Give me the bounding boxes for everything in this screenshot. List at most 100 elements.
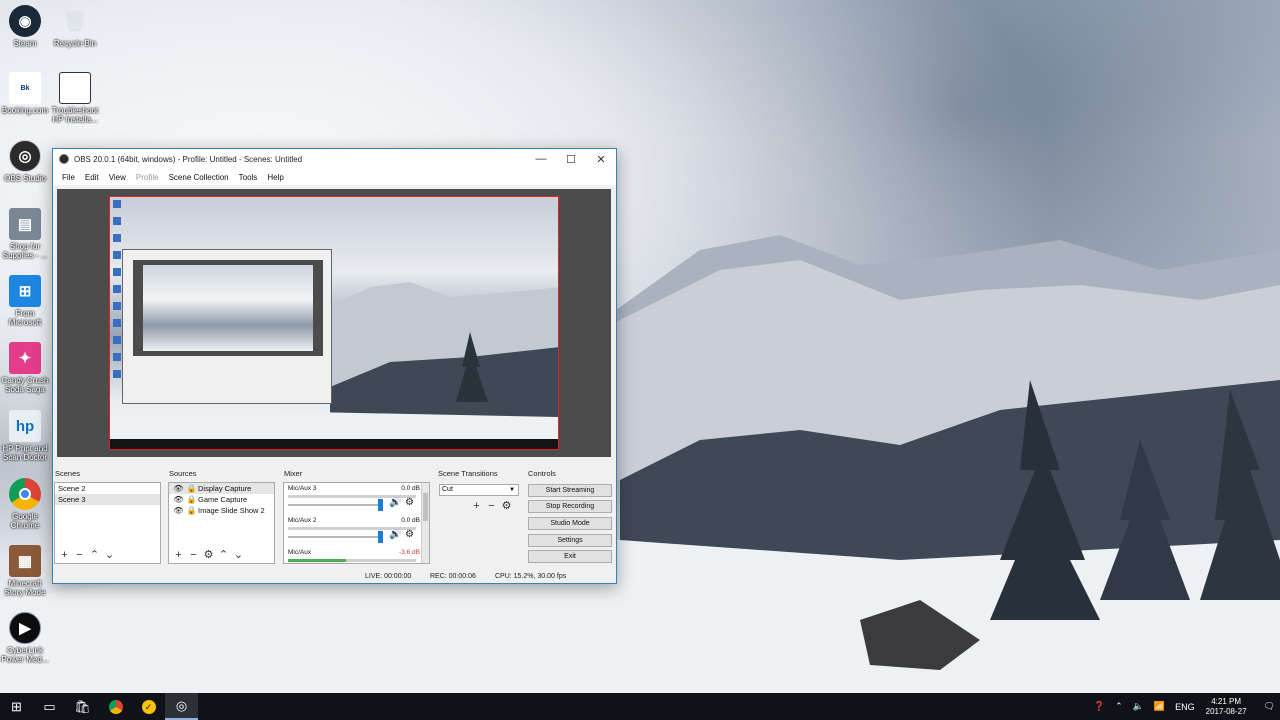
transition-select[interactable]: Cut ▼ [439, 484, 519, 496]
menu-edit[interactable]: Edit [80, 173, 104, 182]
mixer-track-name: Mic/Aux 2 [288, 517, 317, 524]
live-status: LIVE: 00:00:00 [365, 573, 412, 580]
menu-help[interactable]: Help [262, 173, 288, 182]
lock-icon[interactable]: 🔒 [185, 494, 198, 505]
store-icon[interactable]: 🛍 [66, 693, 99, 720]
eye-icon[interactable]: 👁 [172, 494, 185, 505]
move-up-icon[interactable]: ⌃ [216, 548, 231, 561]
desktop-icon-label: OBS Studio [4, 174, 46, 183]
speaker-icon[interactable]: 🔊 [389, 497, 401, 508]
eye-icon[interactable]: 👁 [172, 483, 185, 494]
obs-window[interactable]: OBS 20.0.1 (64bit, windows) - Profile: U… [52, 148, 617, 584]
volume-slider[interactable] [288, 536, 380, 538]
studio-mode-button[interactable]: Studio Mode [528, 517, 612, 530]
minimize-button[interactable]: — [526, 149, 556, 169]
volume-slider[interactable] [288, 504, 380, 506]
volume-icon[interactable]: 🔈 [1133, 701, 1144, 712]
gear-icon[interactable]: ⚙ [201, 548, 216, 561]
task-view-icon[interactable]: ▭ [33, 693, 66, 720]
scene-item[interactable]: Scene 2 [55, 483, 160, 494]
scene-item[interactable]: Scene 3 [55, 494, 160, 505]
start-button[interactable]: ⊞ [0, 693, 33, 720]
obs-icon: ◎ [9, 140, 41, 172]
source-item[interactable]: 👁 🔒 Display Capture [169, 483, 274, 494]
volume-slider-handle[interactable] [378, 531, 383, 543]
gear-icon[interactable]: ⚙ [405, 529, 414, 540]
eye-icon[interactable]: 👁 [172, 505, 185, 516]
source-label: Game Capture [198, 495, 248, 504]
menu-bar: File Edit View Profile Scene Collection … [53, 169, 616, 185]
remove-source-button[interactable]: − [186, 549, 201, 561]
clock-time: 4:21 PM [1211, 696, 1241, 706]
move-up-icon[interactable]: ⌃ [87, 548, 102, 561]
add-transition-button[interactable]: + [469, 500, 484, 512]
desktop-icon-steam[interactable]: ◉ Steam [0, 5, 50, 48]
menu-scene-collection[interactable]: Scene Collection [164, 173, 234, 182]
chevron-up-icon[interactable]: ⌃ [1115, 701, 1123, 712]
volume-slider-handle[interactable] [378, 499, 383, 511]
desktop-icon-label: Shop for Supplies - ... [2, 242, 48, 260]
menu-tools[interactable]: Tools [234, 173, 263, 182]
chrome-taskbar-icon[interactable] [99, 693, 132, 720]
desktop-icon-recycle-bin[interactable]: 🗑 Recycle Bin [50, 5, 100, 49]
remove-scene-button[interactable]: − [72, 549, 87, 561]
gear-icon[interactable]: ⚙ [405, 497, 414, 508]
speaker-icon[interactable]: 🔊 [389, 529, 401, 540]
clock[interactable]: 4:21 PM 2017-08-27 [1206, 697, 1247, 717]
move-down-icon[interactable]: ⌄ [231, 548, 246, 561]
desktop-icon-shop-supplies[interactable]: ▤ Shop for Supplies - ... [0, 208, 50, 260]
desktop-icon-cyberlink[interactable]: ▶ CyberLink Power Med... [0, 612, 50, 664]
desktop-icon-candy-crush[interactable]: ✦ Candy Crush Soda Saga [0, 342, 50, 394]
desktop-icon-label: Booking.com [1, 106, 49, 115]
sources-dock-title: Sources [169, 469, 197, 478]
rec-status: REC: 00:00:06 [430, 573, 476, 580]
add-source-button[interactable]: + [171, 549, 186, 561]
mixer-scrollbar[interactable] [421, 483, 429, 563]
gear-icon[interactable]: ⚙ [499, 499, 514, 512]
remove-transition-button[interactable]: − [484, 500, 499, 512]
desktop-icon-chrome[interactable]: Google Chrome [0, 478, 50, 530]
add-scene-button[interactable]: + [57, 549, 72, 561]
settings-button[interactable]: Settings [528, 534, 612, 547]
source-item[interactable]: 👁 🔒 Image Slide Show 2 [169, 505, 274, 516]
move-down-icon[interactable]: ⌄ [102, 548, 117, 561]
desktop-icon-troubleshoot[interactable]: Troubleshoot HP Installa... [50, 72, 100, 124]
lock-icon[interactable]: 🔒 [185, 505, 198, 516]
mixer-panel[interactable]: Mic/Aux 3 0.0 dB 🔊 ⚙ Mic/Aux 2 0.0 dB 🔊 … [283, 482, 430, 564]
scrollbar-thumb[interactable] [423, 493, 428, 521]
menu-profile[interactable]: Profile [131, 173, 164, 182]
desktop-icon-label: Minecraft Story Mode [4, 579, 46, 597]
preview-area[interactable] [57, 189, 611, 457]
mixer-track: Mic/Aux 2 0.0 dB 🔊 ⚙ [286, 517, 426, 549]
obs-titlebar[interactable]: OBS 20.0.1 (64bit, windows) - Profile: U… [53, 149, 616, 169]
desktop-icon-minecraft[interactable]: ▦ Minecraft Story Mode [0, 545, 50, 597]
preview-canvas[interactable] [109, 196, 559, 450]
language-indicator[interactable]: ENG [1175, 702, 1195, 712]
cpu-status: CPU: 15.2%, 30.00 fps [495, 573, 567, 580]
menu-file[interactable]: File [57, 173, 80, 182]
desktop-icon-booking[interactable]: Bk Booking.com [0, 72, 50, 115]
exit-button[interactable]: Exit [528, 550, 612, 563]
desktop-icon-from-microsoft[interactable]: ⊞ From Microsoft [0, 275, 50, 327]
menu-view[interactable]: View [104, 173, 131, 182]
norton-icon[interactable]: ✓ [132, 693, 165, 720]
scenes-list[interactable]: Scene 2 Scene 3 + − ⌃ ⌄ [54, 482, 161, 564]
source-item[interactable]: 👁 🔒 Game Capture [169, 494, 274, 505]
candy-crush-icon: ✦ [9, 342, 41, 374]
maximize-button[interactable]: ☐ [556, 149, 586, 169]
stop-recording-button[interactable]: Stop Recording [528, 500, 612, 513]
obs-taskbar-icon[interactable]: ◎ [165, 693, 198, 720]
desktop-icon-hp-print[interactable]: hp HP Print and Scan Doctor [0, 410, 50, 462]
controls-dock-title: Controls [528, 469, 556, 478]
desktop-icon-obs[interactable]: ◎ OBS Studio [0, 140, 50, 183]
sources-list[interactable]: 👁 🔒 Display Capture 👁 🔒 Game Capture 👁 🔒… [168, 482, 275, 564]
mixer-track-db: 0.0 dB [401, 517, 420, 524]
start-streaming-button[interactable]: Start Streaming [528, 484, 612, 497]
windows-icon: ⊞ [9, 275, 41, 307]
close-button[interactable]: ✕ [586, 149, 616, 169]
help-icon[interactable]: ❓ [1094, 701, 1105, 712]
transition-value: Cut [442, 486, 453, 493]
notification-icon[interactable]: 🗨 [1264, 701, 1275, 712]
lock-icon[interactable]: 🔒 [185, 483, 198, 494]
wifi-icon[interactable]: 📶 [1154, 701, 1165, 712]
